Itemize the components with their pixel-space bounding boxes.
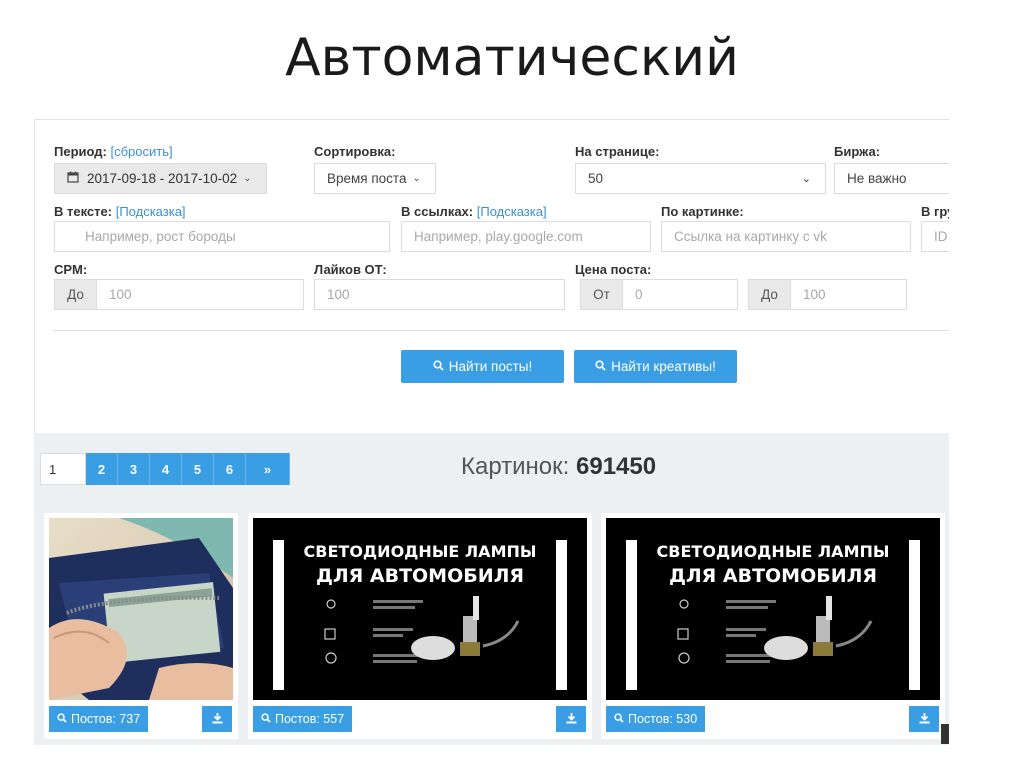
search-icon <box>595 359 606 374</box>
sort-select[interactable]: Время поста ⌄ <box>314 163 436 194</box>
search-icon <box>57 712 67 726</box>
images-count-label: Картинок: <box>461 453 570 480</box>
price-from-prefix: От <box>580 279 623 310</box>
price-to-prefix: До <box>748 279 791 310</box>
page-link[interactable]: 4 <box>150 453 182 485</box>
images-count-value: 691450 <box>576 453 657 480</box>
posts-count-label: Постов: 530 <box>628 712 698 726</box>
wallet-photo[interactable] <box>49 518 233 700</box>
exchange-value: Не важно <box>847 171 907 186</box>
chevron-down-icon: ⌄ <box>412 173 421 184</box>
posts-count-label: Постов: 557 <box>275 712 345 726</box>
period-date-picker[interactable]: 2017-09-18 - 2017-10-02 ⌄ <box>54 163 267 194</box>
slide-title: Автоматический <box>285 28 739 88</box>
likes-min-input[interactable]: 100 <box>314 279 565 310</box>
ad-headline: СВЕТОДИОДНЫЕ ЛАМПЫ <box>656 542 890 561</box>
posts-count-button[interactable]: Постов: 530 <box>606 706 706 732</box>
calendar-icon <box>67 171 79 186</box>
posts-count-button[interactable]: Постов: 737 <box>49 706 149 732</box>
download-button[interactable] <box>202 706 232 732</box>
per-page-label: На странице: <box>575 144 660 159</box>
chevron-down-icon: ⌄ <box>801 173 811 185</box>
page-link[interactable]: 2 <box>86 453 118 485</box>
chevron-down-icon: ⌄ <box>243 173 252 184</box>
ad-headline: СВЕТОДИОДНЫЕ ЛАМПЫ <box>303 542 537 561</box>
links-label-text: В ссылках: <box>401 204 474 219</box>
exchange-label: Биржа: <box>834 144 881 159</box>
text-search-input[interactable]: Например, рост бороды <box>54 221 390 252</box>
price-to-input[interactable]: 100 <box>790 279 907 310</box>
search-icon <box>261 712 271 726</box>
per-page-value: 50 <box>588 171 604 186</box>
price-from-input[interactable]: 0 <box>622 279 738 310</box>
cpm-max-input[interactable]: 100 <box>96 279 304 310</box>
image-url-input[interactable]: Ссылка на картинку с vk <box>661 221 911 252</box>
sort-label: Сортировка: <box>314 144 396 159</box>
scrollbar-thumb[interactable] <box>941 724 949 744</box>
next-page-button[interactable]: » <box>246 453 290 485</box>
text-hint-link[interactable]: [Подсказка] <box>116 204 186 219</box>
posts-count-label: Постов: 737 <box>71 712 141 726</box>
download-icon <box>919 712 930 727</box>
images-count: Картинок: 691450 <box>461 453 656 481</box>
page-link[interactable]: 6 <box>214 453 246 485</box>
likes-label: Лайков ОТ: <box>314 262 387 277</box>
cpm-label: CPM: <box>54 262 88 277</box>
find-creatives-button[interactable]: Найти креативы! <box>574 350 737 383</box>
result-card: СВЕТОДИОДНЫЕ ЛАМПЫ ДЛЯ АВТОМОБИЛЯ Постов… <box>248 513 592 739</box>
find-posts-label: Найти посты! <box>448 359 533 374</box>
download-button[interactable] <box>909 706 939 732</box>
group-id-input[interactable]: ID <box>921 221 949 252</box>
exchange-select[interactable]: Не важно <box>834 163 949 194</box>
links-label: В ссылках: [Подсказка] <box>401 204 547 219</box>
pagination: 1 2 3 4 5 6 » <box>40 453 290 485</box>
page-link[interactable]: 3 <box>118 453 150 485</box>
period-reset-link[interactable]: [сбросить] <box>110 144 172 159</box>
search-icon <box>614 712 624 726</box>
search-icon <box>433 359 444 374</box>
result-card: Постов: 737 <box>44 513 238 739</box>
ad-subheadline: ДЛЯ АВТОМОБИЛЯ <box>315 565 525 587</box>
period-label: Период: [сбросить] <box>54 144 173 159</box>
text-label-text: В тексте: <box>54 204 113 219</box>
image-label: По картинке: <box>661 204 744 219</box>
results-panel: 1 2 3 4 5 6 » Картинок: 691450 Постов: 7… <box>34 433 949 745</box>
download-icon <box>212 712 223 727</box>
find-posts-button[interactable]: Найти посты! <box>401 350 564 383</box>
ad-subheadline: ДЛЯ АВТОМОБИЛЯ <box>668 565 878 587</box>
download-icon <box>566 712 577 727</box>
sort-value: Время поста <box>327 171 407 186</box>
page-link[interactable]: 5 <box>182 453 214 485</box>
result-card: СВЕТОДИОДНЫЕ ЛАМПЫ ДЛЯ АВТОМОБИЛЯ Постов… <box>601 513 945 739</box>
text-label: В тексте: [Подсказка] <box>54 204 186 219</box>
period-value: 2017-09-18 - 2017-10-02 <box>87 171 238 186</box>
links-hint-link[interactable]: [Подсказка] <box>477 204 547 219</box>
group-label: В гру <box>921 204 949 219</box>
download-button[interactable] <box>556 706 586 732</box>
page-input[interactable]: 1 <box>40 453 86 485</box>
filter-panel: Период: [сбросить] 2017-09-18 - 2017-10-… <box>34 119 949 433</box>
ad-creative-image[interactable]: СВЕТОДИОДНЫЕ ЛАМПЫ ДЛЯ АВТОМОБИЛЯ <box>253 518 587 700</box>
find-creatives-label: Найти креативы! <box>611 359 716 374</box>
links-search-input[interactable]: Например, play.google.com <box>401 221 651 252</box>
divider <box>53 330 949 331</box>
per-page-select[interactable]: 50 ⌄ <box>575 163 826 194</box>
ad-creative-image[interactable]: СВЕТОДИОДНЫЕ ЛАМПЫ ДЛЯ АВТОМОБИЛЯ <box>606 518 940 700</box>
posts-count-button[interactable]: Постов: 557 <box>253 706 353 732</box>
cpm-prefix: До <box>54 279 97 310</box>
price-label: Цена поста: <box>575 262 652 277</box>
period-label-text: Период: <box>54 144 107 159</box>
